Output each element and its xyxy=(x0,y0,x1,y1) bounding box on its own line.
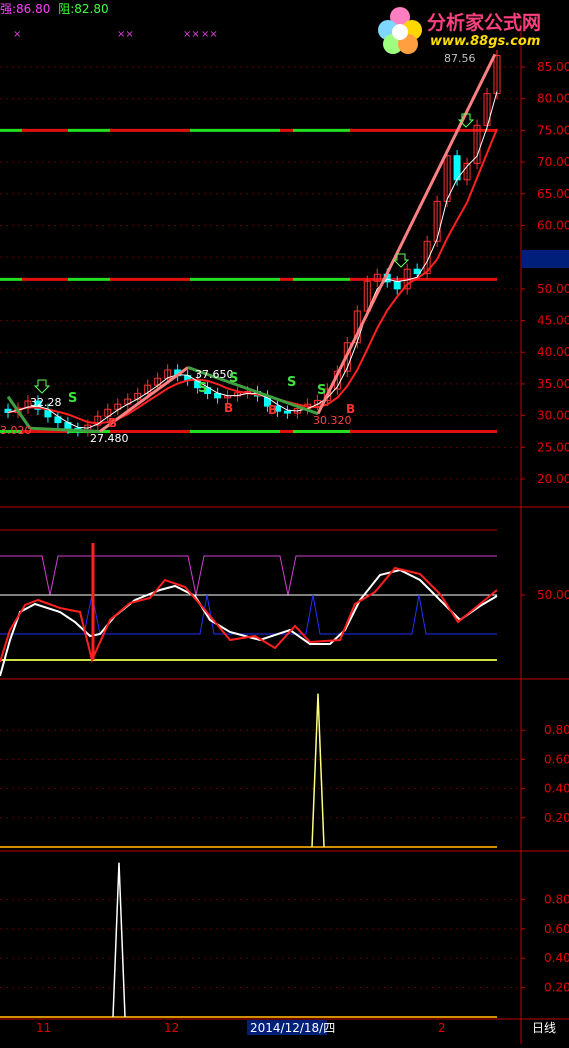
signal-sell: S xyxy=(287,375,296,390)
signal-buy: B xyxy=(108,416,117,430)
signal-buy: B xyxy=(346,402,355,416)
y-tick-label: 0.60 xyxy=(544,922,569,936)
y-tick-label: 65.00 xyxy=(537,187,569,201)
x-axis-label: 2014/12/18/四 xyxy=(250,1021,335,1035)
strong-value: 86.80 xyxy=(16,2,51,16)
y-tick-label: 35.00 xyxy=(537,377,569,391)
osc-tick-label: 50.00 xyxy=(537,588,569,602)
y-tick-label: 25.00 xyxy=(537,440,569,454)
down-arrow-icon xyxy=(33,379,51,394)
y-tick-label: 0.60 xyxy=(544,752,569,766)
y-tick-label: 60.00 xyxy=(537,218,569,232)
signal-sell: S xyxy=(317,383,326,398)
price-annotation: 27.480 xyxy=(90,432,129,445)
signal-buy: B xyxy=(224,401,233,415)
osc-blue-line xyxy=(0,594,497,635)
x-marker: ×× xyxy=(201,29,218,40)
y-tick-label: 80.00 xyxy=(537,92,569,106)
candle-body xyxy=(393,281,401,290)
chart-stage[interactable]: 85.0080.0075.0070.0065.0060.0055.0050.00… xyxy=(0,0,569,1044)
watermark-logo: 分析家公式网 www.88gs.com xyxy=(375,4,569,56)
y-tick-label: 45.00 xyxy=(537,314,569,328)
period-label: 日线 xyxy=(532,1021,556,1035)
y-tick-label: 75.00 xyxy=(537,123,569,137)
price-annotation: 37.650 xyxy=(195,368,234,381)
y-tick-label: 40.00 xyxy=(537,345,569,359)
y-tick-label: 20.00 xyxy=(537,472,569,486)
ma-line-slow xyxy=(7,128,498,425)
price-annotation: 32.28 xyxy=(30,396,62,409)
y-tick-label: 30.00 xyxy=(537,409,569,423)
current-price-box xyxy=(521,250,569,268)
x-marker: × xyxy=(13,29,21,40)
x-axis-label: 2 xyxy=(438,1021,446,1035)
price-annotation: 3.020 xyxy=(0,424,32,437)
flower-logo-icon xyxy=(378,7,422,54)
strong-label: 强: xyxy=(0,2,17,16)
signal-spike xyxy=(112,862,126,1018)
y-tick-label: 0.80 xyxy=(544,723,569,737)
x-marker: ×× xyxy=(183,29,200,40)
x-marker: ×× xyxy=(117,29,134,40)
indicator-header: 强:86.80 阻:82.80 xyxy=(0,0,109,17)
x-axis-label: 11 xyxy=(36,1021,51,1035)
signal-sell: S xyxy=(198,381,207,396)
zigzag-line xyxy=(316,53,497,415)
chart-svg[interactable]: 85.0080.0075.0070.0065.0060.0055.0050.00… xyxy=(0,0,569,1044)
watermark-brand: 分析家公式网 xyxy=(427,12,542,34)
y-tick-label: 0.40 xyxy=(544,782,569,796)
y-tick-label: 70.00 xyxy=(537,155,569,169)
y-tick-label: 0.40 xyxy=(544,951,569,965)
signal-buy: B xyxy=(268,403,277,417)
y-tick-label: 0.20 xyxy=(544,811,569,825)
signal-spike xyxy=(311,693,325,848)
x-axis-label: 12 xyxy=(164,1021,179,1035)
signal-sell: S xyxy=(229,371,238,386)
resist-label: 阻: xyxy=(58,2,75,16)
y-tick-label: 0.80 xyxy=(544,892,569,906)
candle-body xyxy=(283,410,291,414)
watermark-url: www.88gs.com xyxy=(430,34,541,49)
y-tick-label: 50.00 xyxy=(537,282,569,296)
y-tick-label: 0.20 xyxy=(544,981,569,995)
signal-sell: S xyxy=(68,391,77,406)
resist-value: 82.80 xyxy=(74,2,109,16)
y-tick-label: 85.00 xyxy=(537,60,569,74)
